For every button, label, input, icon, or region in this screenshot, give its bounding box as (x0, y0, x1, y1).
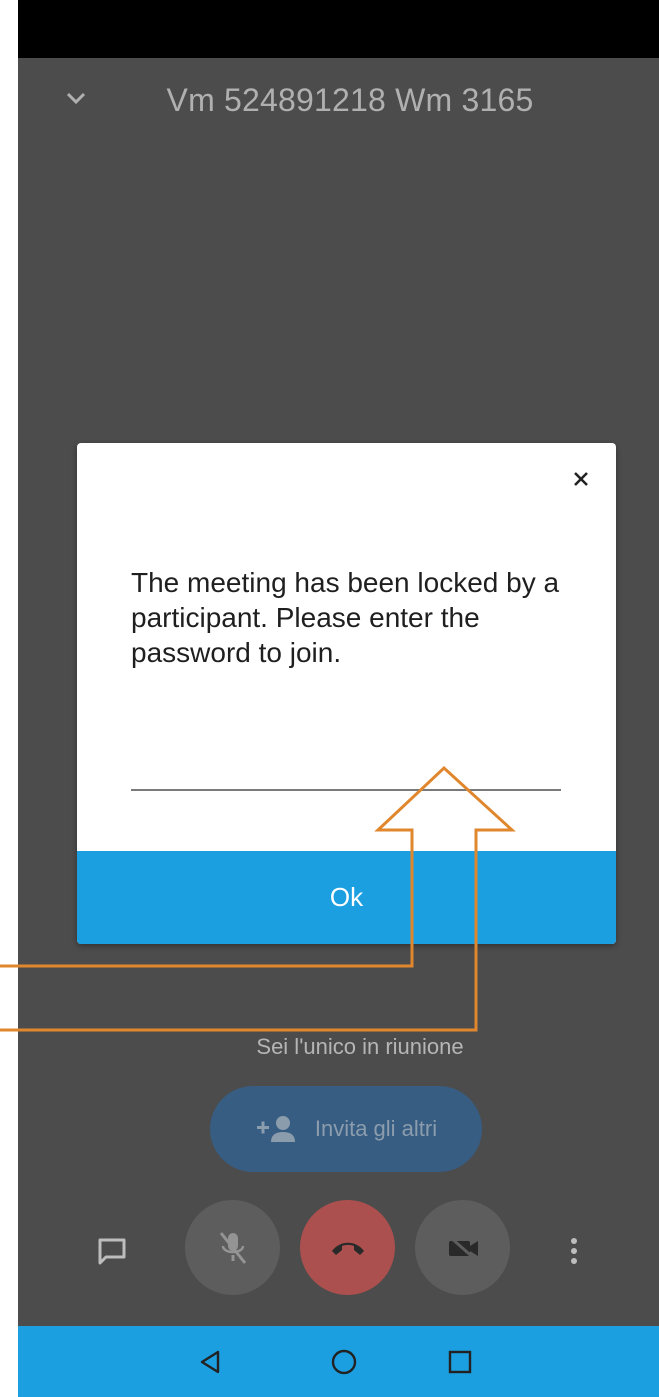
ok-button[interactable]: Ok (77, 851, 616, 944)
close-icon (574, 472, 588, 486)
nav-recent-apps-button[interactable] (436, 1340, 484, 1384)
recent-apps-icon (448, 1350, 472, 1374)
back-icon (200, 1350, 220, 1374)
close-dialog-button[interactable] (561, 459, 601, 499)
nav-home-button[interactable] (320, 1340, 368, 1384)
nav-back-button[interactable] (186, 1340, 234, 1384)
left-margin (0, 0, 18, 1397)
status-bar (18, 0, 659, 58)
dialog-message: The meeting has been locked by a partici… (131, 567, 560, 668)
screen: Vm 524891218 Wm 3165 Sei l'unico in riun… (0, 0, 659, 1397)
password-input[interactable] (131, 751, 561, 791)
password-dialog: The meeting has been locked by a partici… (77, 443, 616, 944)
home-icon (331, 1349, 357, 1375)
